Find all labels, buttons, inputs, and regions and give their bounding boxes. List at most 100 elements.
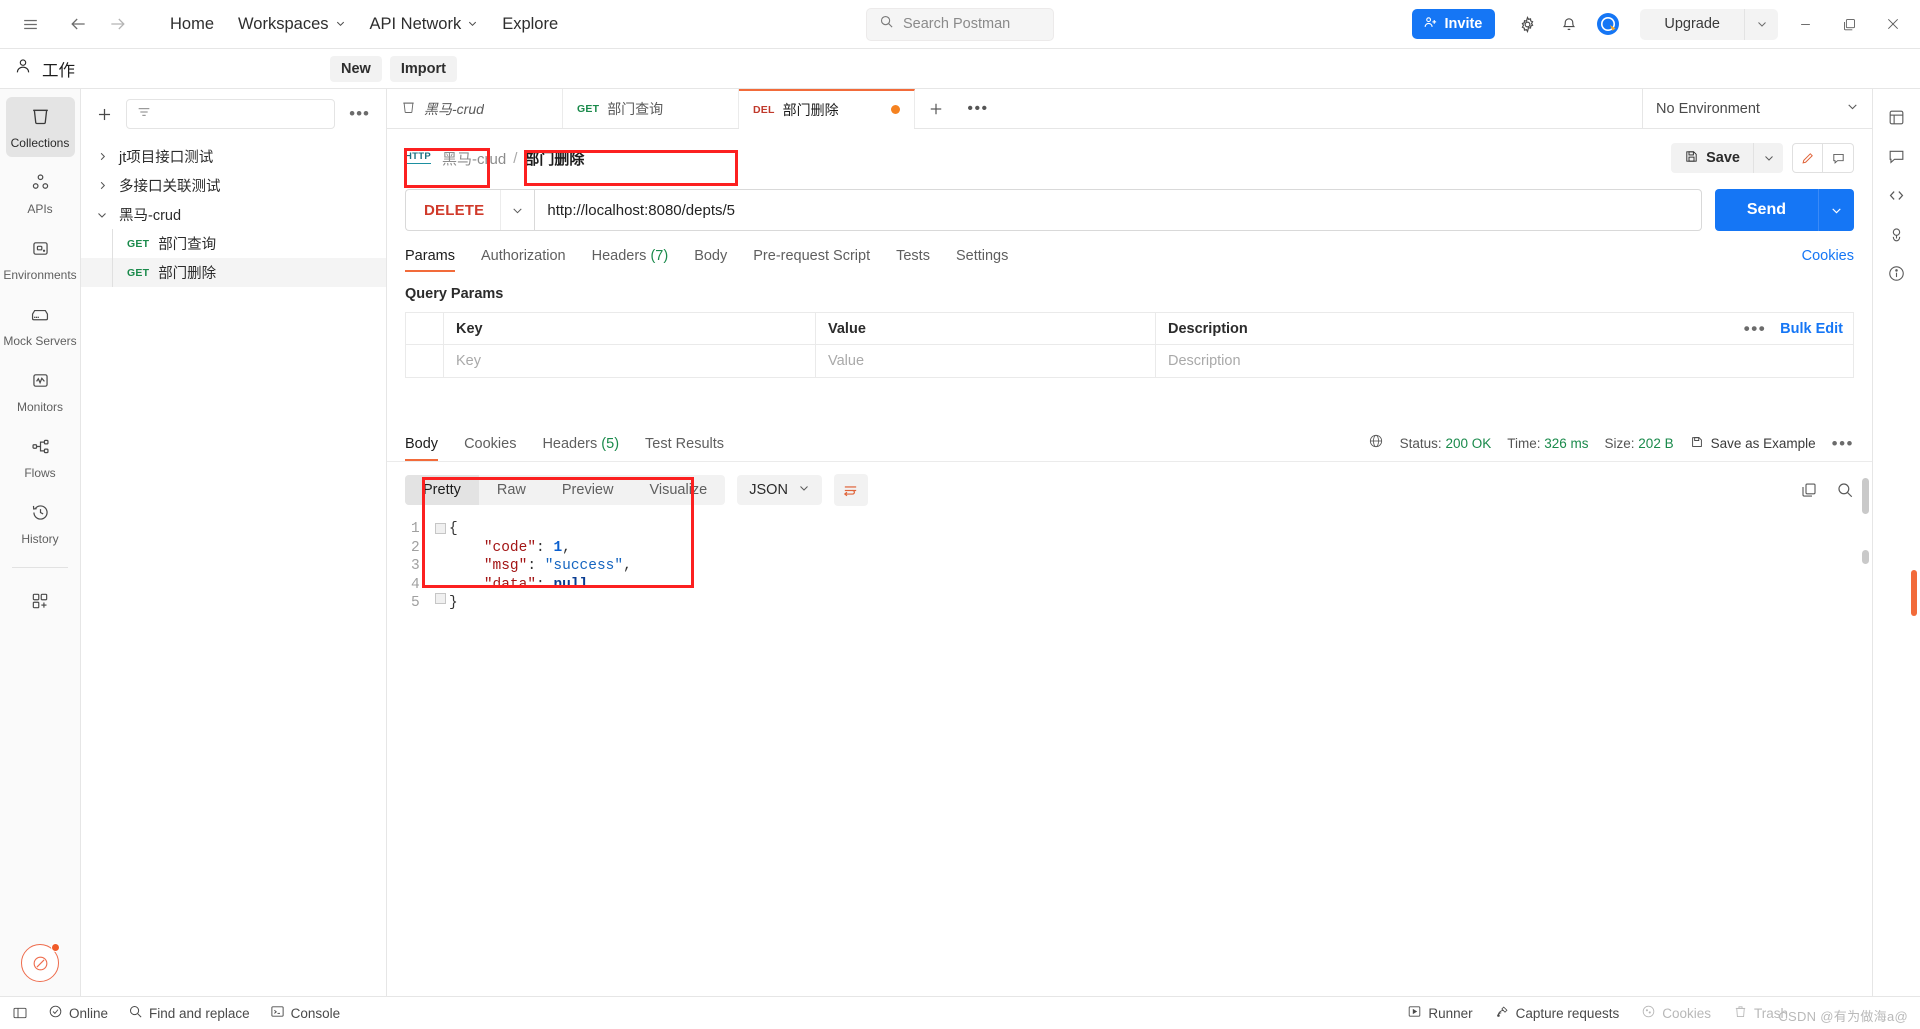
tree-request-bumen-shanchu[interactable]: GET 部门删除: [81, 258, 386, 287]
globe-icon[interactable]: [1368, 433, 1384, 454]
tab-collection-heima-crud[interactable]: 黑马-crud: [387, 89, 563, 128]
cookies-button[interactable]: Cookies: [1641, 1004, 1711, 1022]
restore-icon[interactable]: [1828, 0, 1870, 49]
nav-home[interactable]: Home: [160, 9, 224, 40]
nav-explore[interactable]: Explore: [492, 9, 568, 40]
upgrade-caret-icon[interactable]: [1744, 8, 1778, 40]
response-scrollbar-thumb-2[interactable]: [1862, 550, 1869, 564]
capture-requests-button[interactable]: Capture requests: [1495, 1004, 1619, 1022]
response-tab-headers[interactable]: Headers (5): [542, 436, 619, 461]
find-and-replace-button[interactable]: Find and replace: [128, 1004, 250, 1022]
sidebar-item-history[interactable]: History: [6, 493, 75, 553]
tab-authorization[interactable]: Authorization: [481, 248, 566, 272]
response-tab-body[interactable]: Body: [405, 436, 439, 461]
row-checkbox-cell[interactable]: [406, 345, 444, 377]
pencil-icon[interactable]: [1792, 143, 1823, 173]
tree-request-bumen-chaxun[interactable]: GET 部门查询: [81, 229, 386, 258]
info-icon[interactable]: [1879, 255, 1915, 291]
tab-request-bumen-shanchu[interactable]: DEL 部门删除: [739, 89, 915, 129]
comment-icon[interactable]: [1823, 143, 1854, 173]
response-more-icon[interactable]: •••: [1832, 434, 1854, 454]
sidebar-item-collections[interactable]: Collections: [5, 97, 75, 157]
tab-pre-request-script[interactable]: Pre-request Script: [753, 248, 870, 272]
tab-settings[interactable]: Settings: [956, 248, 1008, 272]
fold-toggle-icon[interactable]: [434, 592, 446, 604]
documentation-icon[interactable]: [1879, 216, 1915, 252]
tree-item-collection-1[interactable]: jt项目接口测试: [81, 142, 386, 171]
console-button[interactable]: Console: [270, 1004, 340, 1022]
breadcrumb-collection[interactable]: 黑马-crud: [442, 148, 506, 169]
minimize-icon[interactable]: [1784, 0, 1826, 49]
sidebar-item-monitors[interactable]: Monitors: [6, 361, 75, 421]
nav-api-network[interactable]: API Network: [360, 9, 489, 40]
sidebar-item-environments[interactable]: Environments: [3, 229, 77, 289]
plus-icon[interactable]: [91, 105, 118, 124]
fold-toggle-icon[interactable]: [434, 523, 446, 534]
tree-item-collection-2[interactable]: 多接口关联测试: [81, 171, 386, 200]
close-icon[interactable]: [1872, 0, 1914, 49]
sidebar-item-flows[interactable]: Flows: [6, 427, 75, 487]
page-scrollbar-thumb[interactable]: [1911, 570, 1917, 616]
response-tab-cookies[interactable]: Cookies: [464, 436, 516, 461]
response-body-code[interactable]: 1 2 3 4 5 { "code": 1, "msg": "success",…: [405, 506, 1854, 613]
tree-item-collection-3[interactable]: 黑马-crud: [81, 200, 386, 229]
send-button[interactable]: Send: [1714, 189, 1818, 231]
tab-headers[interactable]: Headers (7): [592, 248, 669, 272]
response-scrollbar-thumb[interactable]: [1862, 478, 1869, 514]
cell-value[interactable]: Value: [816, 345, 1156, 377]
sidebar-toggle-button[interactable]: [12, 1005, 28, 1021]
url-input[interactable]: http://localhost:8080/depts/5: [534, 189, 1702, 231]
upgrade-button[interactable]: Upgrade: [1640, 9, 1744, 40]
cell-key[interactable]: Key: [444, 345, 816, 377]
response-tab-test-results[interactable]: Test Results: [645, 436, 724, 461]
chevron-right-icon[interactable]: [95, 180, 109, 191]
view-mode-visualize[interactable]: Visualize: [631, 475, 725, 505]
cell-description[interactable]: Description: [1156, 345, 1853, 377]
bell-icon[interactable]: [1549, 4, 1589, 44]
cookies-link[interactable]: Cookies: [1802, 248, 1854, 272]
tab-request-bumen-chaxun[interactable]: GET 部门查询: [563, 89, 739, 128]
workspace-identity[interactable]: 工作: [0, 57, 330, 81]
response-format-selector[interactable]: JSON: [737, 475, 822, 505]
chevron-down-icon[interactable]: [95, 209, 109, 221]
save-caret-icon[interactable]: [1753, 143, 1783, 173]
gear-icon[interactable]: [1507, 4, 1547, 44]
search-input[interactable]: Search Postman: [866, 7, 1054, 41]
code-snippet-icon[interactable]: [1879, 177, 1915, 213]
arrow-left-icon[interactable]: [58, 4, 98, 44]
invite-button[interactable]: Invite: [1411, 9, 1496, 39]
chevron-down-icon[interactable]: [500, 190, 534, 230]
view-mode-pretty[interactable]: Pretty: [405, 475, 479, 505]
method-selector[interactable]: DELETE: [405, 189, 535, 231]
tab-tests[interactable]: Tests: [896, 248, 930, 272]
ellipsis-icon[interactable]: •••: [1744, 319, 1766, 339]
code-fold-column[interactable]: [431, 520, 449, 613]
sidebar-filter-input[interactable]: [126, 99, 336, 129]
wrap-lines-icon[interactable]: [833, 474, 868, 506]
hamburger-icon[interactable]: [10, 4, 50, 44]
online-status[interactable]: Online: [48, 1004, 108, 1022]
sidebar-item-apis[interactable]: APIs: [6, 163, 75, 223]
sidebar-item-mock-servers[interactable]: Mock Servers: [3, 295, 77, 355]
search-icon[interactable]: [1836, 481, 1854, 499]
new-module-button[interactable]: [6, 582, 75, 623]
sidebar-more-icon[interactable]: •••: [343, 104, 376, 124]
view-mode-preview[interactable]: Preview: [544, 475, 632, 505]
chevron-right-icon[interactable]: [95, 151, 109, 162]
postman-avatar-icon[interactable]: [1595, 11, 1621, 37]
nav-workspaces[interactable]: Workspaces: [228, 9, 355, 40]
select-all-cell[interactable]: [406, 313, 444, 344]
capture-icon[interactable]: [1879, 99, 1915, 135]
send-caret-icon[interactable]: [1818, 189, 1854, 231]
tabstrip-more-icon[interactable]: •••: [957, 89, 999, 128]
copy-icon[interactable]: [1800, 481, 1818, 499]
arrow-right-icon[interactable]: [98, 4, 138, 44]
view-mode-raw[interactable]: Raw: [479, 475, 544, 505]
new-button[interactable]: New: [330, 55, 382, 82]
environment-selector[interactable]: No Environment: [1642, 89, 1872, 128]
tab-params[interactable]: Params: [405, 248, 455, 272]
runner-button[interactable]: Runner: [1407, 1004, 1473, 1022]
save-button[interactable]: Save: [1671, 143, 1753, 173]
tab-body[interactable]: Body: [694, 248, 727, 272]
import-button[interactable]: Import: [389, 55, 457, 82]
